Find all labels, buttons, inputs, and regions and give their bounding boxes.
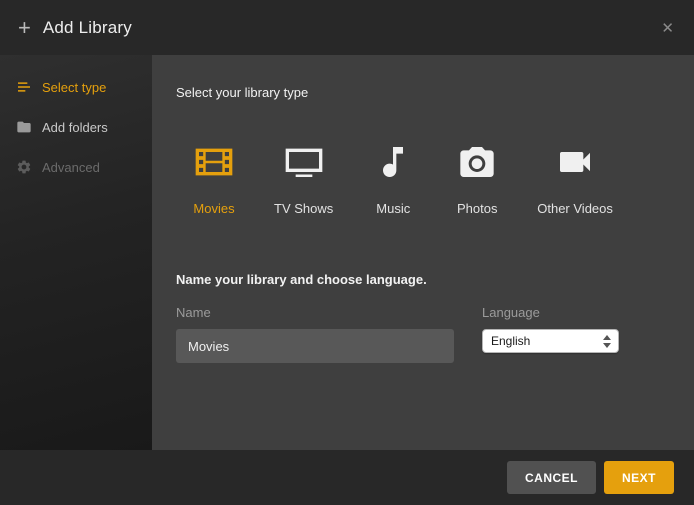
name-section-heading: Name your library and choose language.	[176, 272, 670, 287]
folder-icon	[16, 119, 32, 135]
sidebar-item-add-folders[interactable]: Add folders	[0, 107, 152, 147]
library-type-tv-shows[interactable]: TV Shows	[274, 142, 333, 216]
select-arrows-icon	[600, 335, 614, 348]
library-type-list: Movies TV Shows Music	[190, 142, 670, 216]
library-type-label: TV Shows	[274, 201, 333, 216]
library-type-label: Movies	[193, 201, 234, 216]
cancel-button[interactable]: CANCEL	[507, 461, 596, 494]
library-type-label: Other Videos	[537, 201, 613, 216]
main-panel: Select your library type Movies TV Shows	[152, 55, 694, 450]
tv-icon	[280, 142, 328, 187]
type-section-heading: Select your library type	[176, 85, 670, 100]
camera-icon	[453, 142, 501, 187]
dialog-header: + Add Library ✕	[0, 0, 694, 55]
close-button[interactable]: ✕	[657, 15, 678, 41]
name-label: Name	[176, 305, 454, 320]
music-note-icon	[369, 142, 417, 187]
library-type-label: Photos	[457, 201, 497, 216]
language-select-value: English	[491, 334, 600, 348]
sidebar-item-select-type[interactable]: Select type	[0, 67, 152, 107]
plus-icon: +	[18, 17, 31, 39]
library-type-other-videos[interactable]: Other Videos	[537, 142, 613, 216]
sidebar: Select type Add folders Advanced	[0, 55, 152, 450]
dialog-title: Add Library	[43, 18, 132, 38]
dialog-footer: CANCEL NEXT	[0, 450, 694, 505]
library-type-photos[interactable]: Photos	[453, 142, 501, 216]
sidebar-item-label: Advanced	[42, 160, 100, 175]
sidebar-item-advanced[interactable]: Advanced	[0, 147, 152, 187]
list-lines-icon	[16, 79, 32, 95]
video-camera-icon	[551, 142, 599, 187]
sidebar-item-label: Add folders	[42, 120, 108, 135]
language-label: Language	[482, 305, 619, 320]
library-type-label: Music	[376, 201, 410, 216]
library-type-music[interactable]: Music	[369, 142, 417, 216]
name-language-form: Name Language English	[176, 305, 670, 363]
dialog-body: Select type Add folders Advanced Select …	[0, 55, 694, 450]
library-name-input[interactable]	[176, 329, 454, 363]
library-type-movies[interactable]: Movies	[190, 142, 238, 216]
next-button[interactable]: NEXT	[604, 461, 674, 494]
add-library-dialog: + Add Library ✕ Select type Add folders	[0, 0, 694, 505]
sidebar-item-label: Select type	[42, 80, 106, 95]
language-select[interactable]: English	[482, 329, 619, 353]
gear-icon	[16, 159, 32, 175]
film-icon	[190, 142, 238, 187]
